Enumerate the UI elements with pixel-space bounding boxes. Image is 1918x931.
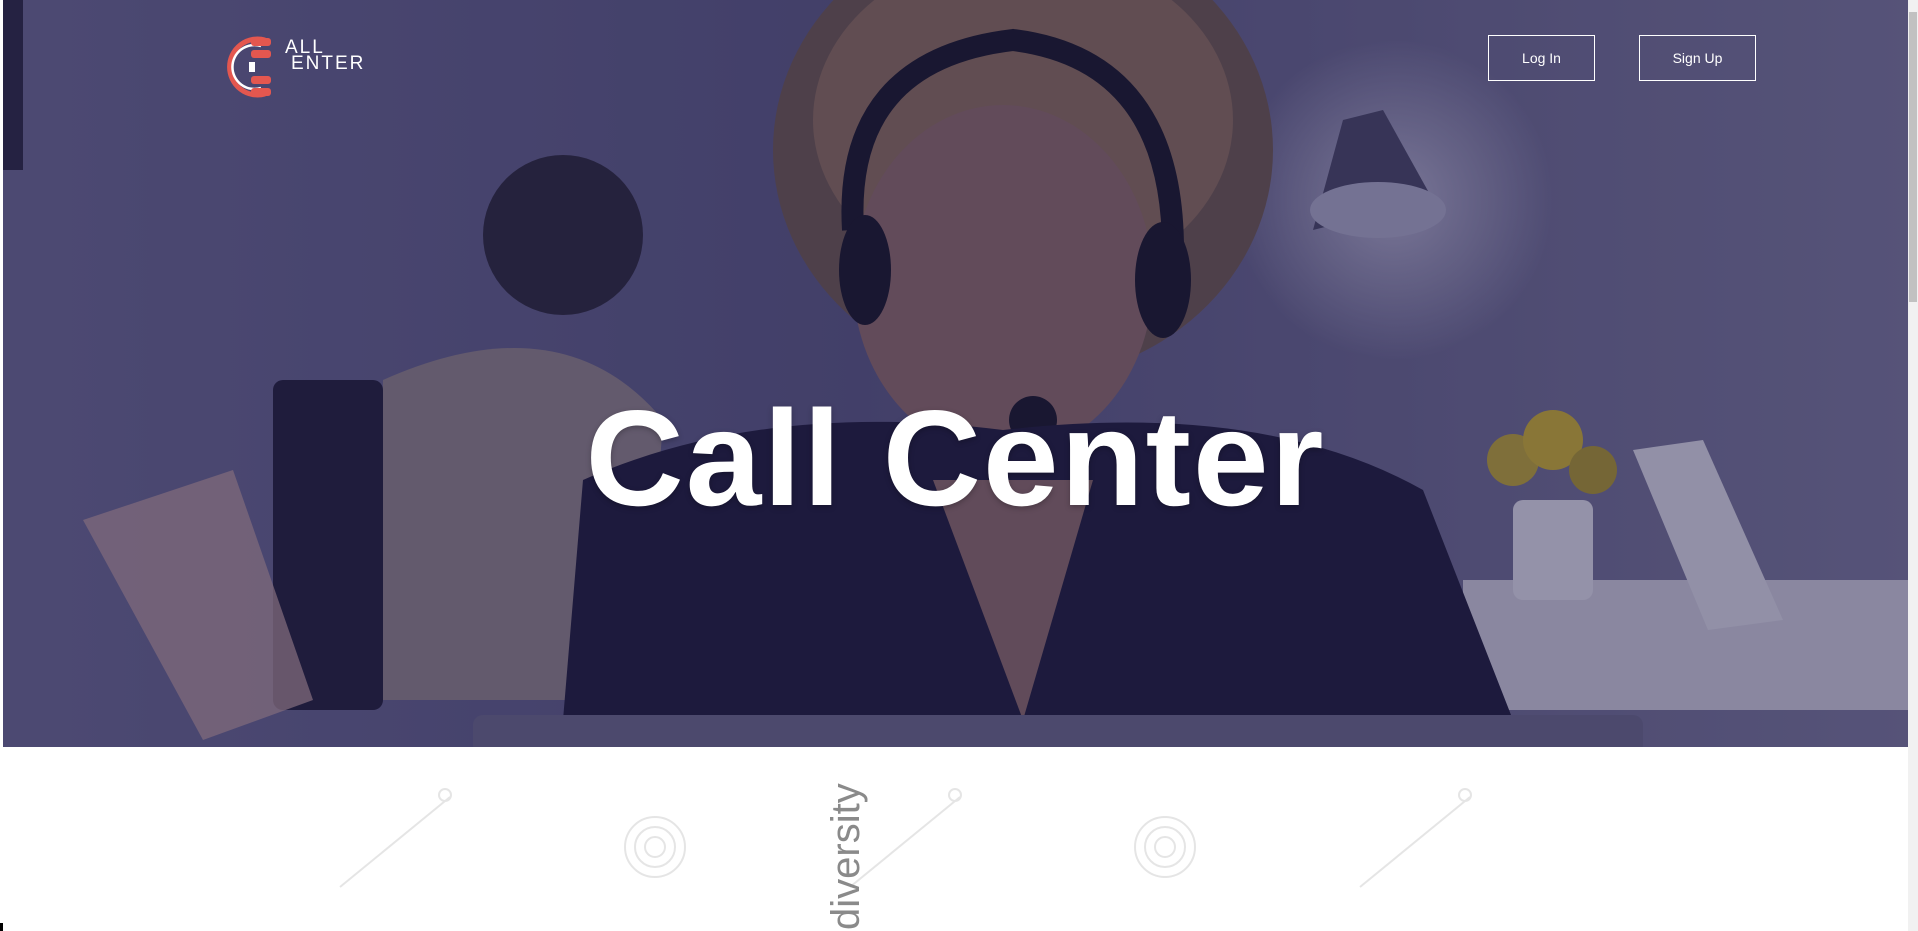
logo-c-icon xyxy=(227,36,271,98)
signup-button[interactable]: Sign Up xyxy=(1639,35,1756,81)
gallery-section xyxy=(0,747,1905,931)
watermark-spiral-icon xyxy=(624,816,686,878)
brand-logo[interactable]: ALL ENTER xyxy=(221,32,363,102)
login-button[interactable]: Log In xyxy=(1488,35,1595,81)
watermark-spiral-icon xyxy=(1134,816,1196,878)
watermark-icon xyxy=(1359,788,1472,888)
hero-title: Call Center xyxy=(585,382,1326,535)
watermark-icon xyxy=(339,788,452,888)
logo-text-line2: ENTER xyxy=(291,53,366,74)
scrollbar-thumb[interactable] xyxy=(1909,12,1917,302)
diversity-vertical-label: diversity xyxy=(824,783,868,930)
edge-marker xyxy=(0,923,3,931)
hero-overlay xyxy=(3,0,1908,747)
page: ALL ENTER Log In Sign Up Call Center div… xyxy=(0,0,1918,931)
page-scrollbar[interactable] xyxy=(1908,0,1918,931)
hero-section: ALL ENTER Log In Sign Up Call Center xyxy=(3,0,1908,747)
